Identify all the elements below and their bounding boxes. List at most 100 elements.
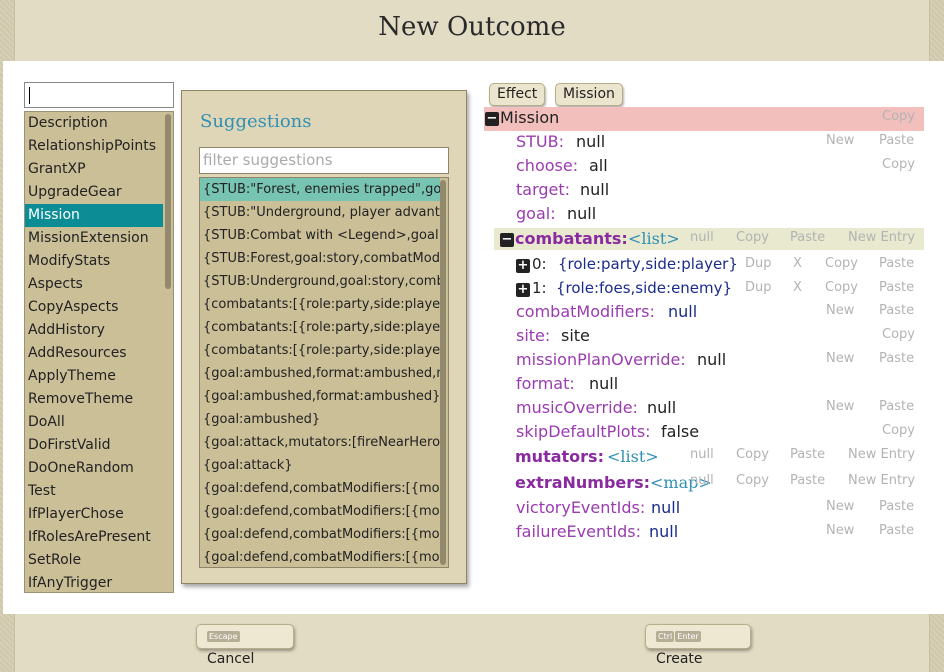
outcome-type-item[interactable]: Mission bbox=[25, 204, 163, 227]
field-value-mission-plan-override[interactable]: null bbox=[697, 350, 726, 369]
outcome-type-item[interactable]: SetRole bbox=[25, 549, 163, 572]
outcome-type-item[interactable]: IfRolesArePresent bbox=[25, 526, 163, 549]
combat-modifiers-new-button[interactable]: New bbox=[822, 301, 858, 321]
combatant-0-copy-button[interactable]: Copy bbox=[821, 254, 862, 274]
outcome-type-item[interactable]: MissionExtension bbox=[25, 227, 163, 250]
field-value-failure-event-ids[interactable]: null bbox=[649, 522, 678, 541]
suggestion-item[interactable]: {STUB:Combat with <Legend>,goal:story,co… bbox=[200, 224, 440, 247]
victory-event-ids-paste-button[interactable]: Paste bbox=[875, 497, 918, 517]
outcome-type-item[interactable]: UpgradeGear bbox=[25, 181, 163, 204]
suggestion-item[interactable]: {goal:attack} bbox=[200, 454, 440, 477]
outcome-type-item[interactable]: DoAll bbox=[25, 411, 163, 434]
create-button[interactable]: Ctrl Enter Create bbox=[645, 624, 751, 667]
suggestion-item[interactable]: {goal:defend,combatModifiers:[{modifier: bbox=[200, 477, 440, 500]
skip-default-plots-copy-button[interactable]: Copy bbox=[878, 421, 919, 441]
mission-copy-button[interactable]: Copy bbox=[878, 107, 919, 127]
outcome-type-item[interactable]: DoOneRandom bbox=[25, 457, 163, 480]
suggestion-item[interactable]: {goal:defend,combatModifiers:[{modifier: bbox=[200, 546, 440, 567]
suggestion-item[interactable]: {STUB:Underground,goal:story,combatModif… bbox=[200, 270, 440, 293]
filter-suggestions-input[interactable]: filter suggestions bbox=[199, 147, 449, 174]
victory-event-ids-new-button[interactable]: New bbox=[822, 497, 858, 517]
suggestion-item[interactable]: {STUB:Forest,goal:story,combatModifiers:… bbox=[200, 247, 440, 270]
combatant-0-paste-button[interactable]: Paste bbox=[875, 254, 918, 274]
mutators-null-button[interactable]: null bbox=[686, 445, 718, 465]
extra-numbers-new-entry-button[interactable]: New Entry bbox=[844, 471, 919, 491]
combatant-0-dup-button[interactable]: Dup bbox=[741, 254, 776, 274]
collapse-combatants-icon[interactable]: − bbox=[500, 233, 514, 247]
mutators-new-entry-button[interactable]: New Entry bbox=[844, 445, 919, 465]
suggestion-item[interactable]: {combatants:[{role:party,side:player},{r… bbox=[200, 316, 440, 339]
field-value-choose[interactable]: all bbox=[589, 156, 608, 175]
suggestion-item[interactable]: {combatants:[{role:party,side:player},{r… bbox=[200, 293, 440, 316]
field-value-combat-modifiers[interactable]: null bbox=[668, 302, 697, 321]
suggestion-item[interactable]: {goal:ambushed,format:ambushed,mutators:… bbox=[200, 362, 440, 385]
cancel-button[interactable]: Escape Cancel bbox=[196, 624, 294, 667]
suggestion-item[interactable]: {combatants:[{role:party,side:player},{r… bbox=[200, 339, 440, 362]
field-value-skip-default-plots[interactable]: false bbox=[661, 422, 699, 441]
field-value-target[interactable]: null bbox=[580, 180, 609, 199]
extra-numbers-copy-button[interactable]: Copy bbox=[732, 471, 773, 491]
outcome-type-item[interactable]: DoFirstValid bbox=[25, 434, 163, 457]
suggestion-item[interactable]: {STUB:"Underground, player advantage",go… bbox=[200, 201, 440, 224]
music-override-new-button[interactable]: New bbox=[822, 397, 858, 417]
combat-modifiers-paste-button[interactable]: Paste bbox=[875, 301, 918, 321]
outcome-type-item[interactable]: IfAnyTrigger bbox=[25, 572, 163, 592]
combatants-null-button[interactable]: null bbox=[686, 228, 718, 248]
combatant-0-remove-button[interactable]: X bbox=[789, 254, 806, 274]
suggestion-item[interactable]: {goal:ambushed,format:ambushed} bbox=[200, 385, 440, 408]
mutators-copy-button[interactable]: Copy bbox=[732, 445, 773, 465]
field-value-site[interactable]: site bbox=[561, 326, 590, 345]
mission-tab-button[interactable]: Mission bbox=[555, 83, 623, 106]
mutators-paste-button[interactable]: Paste bbox=[786, 445, 829, 465]
suggestion-item[interactable]: {goal:defend,combatModifiers:[{modifier: bbox=[200, 523, 440, 546]
outcome-type-item[interactable]: Description bbox=[25, 112, 163, 135]
stub-paste-button[interactable]: Paste bbox=[875, 131, 918, 151]
choose-copy-button[interactable]: Copy bbox=[878, 155, 919, 175]
suggestion-item[interactable]: {goal:ambushed} bbox=[200, 408, 440, 431]
suggestions-list[interactable]: {STUB:"Forest, enemies trapped",goal:sto… bbox=[199, 177, 449, 568]
outcome-type-item[interactable]: ApplyTheme bbox=[25, 365, 163, 388]
collapse-mission-icon[interactable]: − bbox=[485, 112, 499, 126]
extra-numbers-null-button[interactable]: null bbox=[686, 471, 718, 491]
mission-plan-override-paste-button[interactable]: Paste bbox=[875, 349, 918, 369]
outcome-type-item[interactable]: Aspects bbox=[25, 273, 163, 296]
outcome-type-item[interactable]: AddResources bbox=[25, 342, 163, 365]
field-value-format[interactable]: null bbox=[589, 374, 618, 393]
field-value-stub[interactable]: null bbox=[576, 132, 605, 151]
outcome-type-list[interactable]: Description RelationshipPoints GrantXP Upgr… bbox=[24, 111, 174, 593]
outcome-type-item[interactable]: CopyAspects bbox=[25, 296, 163, 319]
combatant-1-remove-button[interactable]: X bbox=[789, 278, 806, 298]
field-value-combatant-1[interactable]: {role:foes,side:enemy} bbox=[556, 279, 732, 297]
outcome-list-scrollbar[interactable] bbox=[165, 114, 171, 289]
field-value-victory-event-ids[interactable]: null bbox=[651, 498, 680, 517]
suggestion-item[interactable]: {STUB:"Forest, enemies trapped",goal:sto… bbox=[200, 178, 440, 201]
field-value-combatant-0[interactable]: {role:party,side:player} bbox=[558, 255, 738, 273]
combatants-new-entry-button[interactable]: New Entry bbox=[844, 228, 919, 248]
combatants-paste-button[interactable]: Paste bbox=[786, 228, 829, 248]
outcome-type-item[interactable]: Test bbox=[25, 480, 163, 503]
suggestion-item[interactable]: {goal:defend,combatModifiers:[{modifier: bbox=[200, 500, 440, 523]
combatant-1-dup-button[interactable]: Dup bbox=[741, 278, 776, 298]
mission-plan-override-new-button[interactable]: New bbox=[822, 349, 858, 369]
suggestion-item[interactable]: {goal:attack,mutators:[fireNearHeroes]} bbox=[200, 431, 440, 454]
outcome-type-item[interactable]: AddHistory bbox=[25, 319, 163, 342]
field-value-music-override[interactable]: null bbox=[647, 398, 676, 417]
music-override-paste-button[interactable]: Paste bbox=[875, 397, 918, 417]
expand-combatant-1-icon[interactable]: + bbox=[516, 283, 530, 297]
combatants-copy-button[interactable]: Copy bbox=[732, 228, 773, 248]
combatant-1-paste-button[interactable]: Paste bbox=[875, 278, 918, 298]
outcome-type-item[interactable]: ModifyStats bbox=[25, 250, 163, 273]
suggestions-scrollbar[interactable] bbox=[440, 180, 446, 565]
outcome-type-item[interactable]: IfPlayerChose bbox=[25, 503, 163, 526]
expand-combatant-0-icon[interactable]: + bbox=[516, 259, 530, 273]
failure-event-ids-paste-button[interactable]: Paste bbox=[875, 521, 918, 541]
field-value-goal[interactable]: null bbox=[567, 204, 596, 223]
failure-event-ids-new-button[interactable]: New bbox=[822, 521, 858, 541]
extra-numbers-paste-button[interactable]: Paste bbox=[786, 471, 829, 491]
combatant-1-copy-button[interactable]: Copy bbox=[821, 278, 862, 298]
outcome-search-input[interactable] bbox=[24, 82, 174, 108]
outcome-type-item[interactable]: RelationshipPoints bbox=[25, 135, 163, 158]
stub-new-button[interactable]: New bbox=[822, 131, 858, 151]
outcome-type-item[interactable]: RemoveTheme bbox=[25, 388, 163, 411]
effect-tab-button[interactable]: Effect bbox=[489, 83, 546, 106]
